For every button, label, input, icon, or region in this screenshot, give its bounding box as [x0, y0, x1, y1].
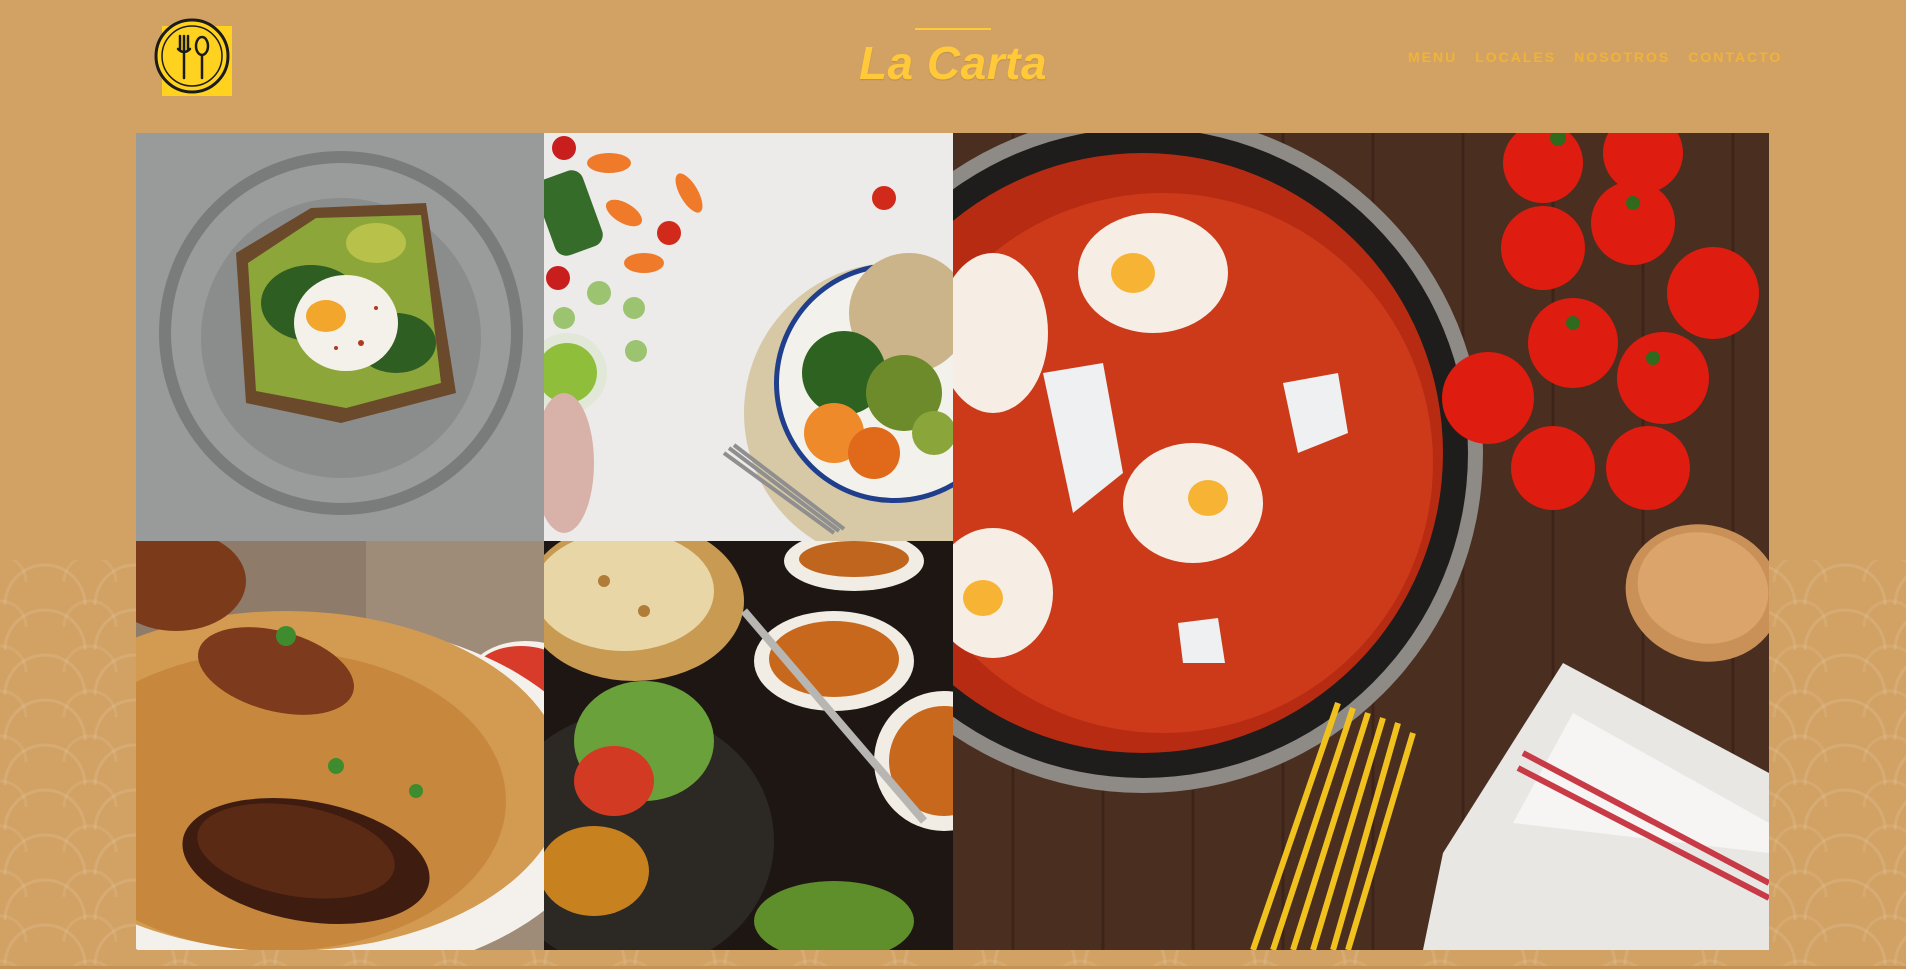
food-gallery	[136, 133, 1769, 950]
page-title: La Carta	[858, 37, 1048, 89]
site-header: La Carta MENU LOCALES NOSOTROS CONTACTO	[0, 0, 1906, 120]
avocado-toast-egg-image[interactable]	[136, 133, 544, 541]
nav-link-menu[interactable]: MENU	[1408, 49, 1457, 65]
fork-spoon-icon	[154, 18, 230, 94]
nav-link-nosotros[interactable]: NOSOTROS	[1574, 49, 1670, 65]
vegetables-bowl-image[interactable]	[544, 133, 953, 541]
logo[interactable]	[152, 16, 232, 96]
nav-link-locales[interactable]: LOCALES	[1475, 49, 1556, 65]
title-divider	[915, 28, 991, 30]
indian-curry-naan-image[interactable]	[544, 541, 953, 950]
biryani-chicken-image[interactable]	[136, 541, 544, 950]
nav-link-contacto[interactable]: CONTACTO	[1688, 49, 1782, 65]
main-nav: MENU LOCALES NOSOTROS CONTACTO	[1408, 49, 1782, 65]
shakshuka-tomatoes-pasta-image[interactable]	[953, 133, 1769, 950]
